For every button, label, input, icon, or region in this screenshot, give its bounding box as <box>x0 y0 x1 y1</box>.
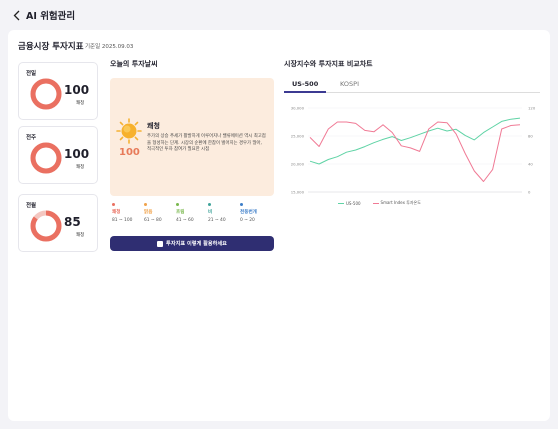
legend-name: 비 <box>208 210 213 215</box>
series-label: US-500 <box>346 200 361 206</box>
chart-legend: US-500 Smart Index 투자온도 <box>338 200 421 206</box>
gauge-value: 100 <box>64 83 90 97</box>
gauge-card-week: 전주 100 쾌청 <box>18 126 98 184</box>
legend-name: 쾌청 <box>112 210 121 215</box>
page-title: 금융시장 투자지표 <box>18 42 84 52</box>
legend-item: 쾌청 81 ~ 100 <box>112 203 144 233</box>
gauge-ring <box>30 78 62 110</box>
legend-range: 21 ~ 40 <box>208 218 226 223</box>
series-swatch <box>372 202 379 204</box>
y-right-tick-label: 120 <box>528 106 536 111</box>
base-date: 기준일 2025.09.03 <box>85 44 134 50</box>
legend-item: 비 21 ~ 40 <box>208 203 240 233</box>
weather-box: 100 쾌청 주가의 상승 추세가 활발하게 이루어지나 밸류에이션 역시 최고… <box>110 78 274 196</box>
gauge-label: 전월 <box>26 203 37 209</box>
sun-icon <box>116 118 142 144</box>
app-title: AI 위험관리 <box>26 11 76 22</box>
gauge-card-day: 전일 100 쾌청 <box>18 62 98 120</box>
weather-name: 쾌청 <box>147 122 160 130</box>
gauge-value: 85 <box>64 215 81 229</box>
legend-range: 41 ~ 60 <box>176 218 194 223</box>
weather-description: 주가의 상승 추세가 활발하게 이루어지나 밸류에이션 역시 최고점을 형성하는… <box>147 134 266 152</box>
gauge-value: 100 <box>64 147 90 161</box>
legend-dot <box>240 203 243 206</box>
gauge-card-month: 전월 85 쾌청 <box>18 194 98 252</box>
legend-item: 천둥번개 0 ~ 20 <box>240 203 272 233</box>
tab-us-500[interactable]: US-500 <box>292 80 318 88</box>
series-line-us500 <box>309 117 521 165</box>
compare-section-title: 시장지수와 투자지표 비교차트 <box>284 60 373 68</box>
y-left-tick-label: 30,000 <box>291 106 305 111</box>
guide-button[interactable]: 투자지표 이렇게 활용하세요 <box>110 236 274 251</box>
legend-dot <box>144 203 147 206</box>
gauge-state: 쾌청 <box>76 233 85 238</box>
series-label: Smart Index 투자온도 <box>380 200 421 205</box>
chevron-left-icon[interactable] <box>10 8 22 22</box>
legend-dot <box>208 203 211 206</box>
gauge-state: 쾌청 <box>76 101 85 106</box>
legend-name: 맑음 <box>144 210 153 215</box>
y-right-tick-label: 80 <box>528 134 533 139</box>
weather-score: 100 <box>119 147 140 158</box>
top-bar: AI 위험관리 <box>0 0 558 30</box>
legend-range: 81 ~ 100 <box>112 218 133 223</box>
gauge-ring <box>30 210 62 242</box>
y-right-tick-label: 0 <box>528 190 531 195</box>
legend-name: 흐림 <box>176 210 185 215</box>
legend-dot <box>176 203 179 206</box>
series-swatch <box>338 202 344 204</box>
guide-button-label: 투자지표 이렇게 활용하세요 <box>166 241 227 247</box>
legend-item: 흐림 41 ~ 60 <box>176 203 208 233</box>
y-left-tick-label: 25,000 <box>291 134 305 139</box>
y-left-tick-label: 15,000 <box>291 190 305 195</box>
gauge-label: 전주 <box>26 135 37 141</box>
market-tabs: US-500 KOSPI <box>284 77 540 93</box>
edit-icon <box>157 240 164 247</box>
chart-legend-item: US-500 <box>338 200 361 206</box>
weather-section-title: 오늘의 투자날씨 <box>110 60 158 68</box>
legend-range: 61 ~ 80 <box>144 218 162 223</box>
legend-name: 천둥번개 <box>240 210 257 215</box>
y-right-tick-label: 40 <box>528 162 533 167</box>
gauge-ring <box>30 142 62 174</box>
gauge-label: 전일 <box>26 71 37 77</box>
chart-legend-item: Smart Index 투자온도 <box>372 200 421 206</box>
legend-range: 0 ~ 20 <box>240 218 255 223</box>
compare-chart: 30,000 120 25,000 80 20,000 40 15,000 0 <box>291 106 536 195</box>
main-card: 금융시장 투자지표 기준일 2025.09.03 전일 100 쾌청 전주 10… <box>8 30 550 421</box>
legend-dot <box>112 203 115 206</box>
weather-legend: 쾌청 81 ~ 100 맑음 61 ~ 80 흐림 41 ~ 60 비 21 ~… <box>112 203 274 233</box>
tab-kospi[interactable]: KOSPI <box>340 80 359 88</box>
legend-item: 맑음 61 ~ 80 <box>144 203 176 233</box>
gauge-state: 쾌청 <box>76 165 85 170</box>
series-line-smart-index <box>309 121 521 182</box>
tab-active-indicator <box>284 91 326 93</box>
y-left-tick-label: 20,000 <box>291 162 305 167</box>
